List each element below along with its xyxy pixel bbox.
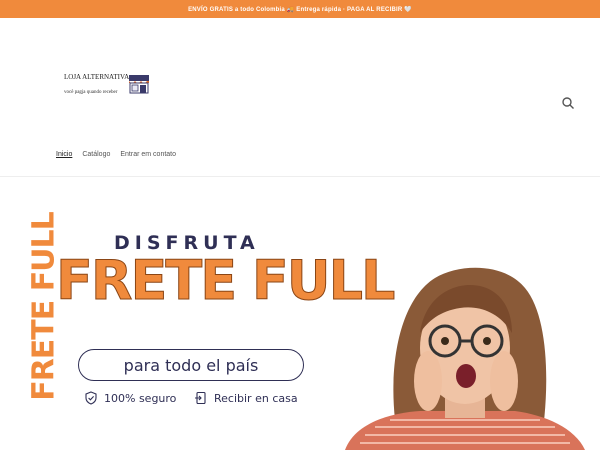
feature-secure-label: 100% seguro xyxy=(104,391,177,405)
nav-item-inicio[interactable]: Inicio xyxy=(56,151,72,158)
store-logo[interactable]: LOJA ALTERNATIVA você pagja quando receb… xyxy=(64,73,154,99)
main-nav: Inicio Catálogo Entrar em contato xyxy=(56,151,176,158)
hero-pill[interactable]: para todo el país xyxy=(78,349,304,381)
feature-secure: 100% seguro xyxy=(84,391,176,405)
surprised-woman-image xyxy=(345,267,585,450)
feature-home-delivery-label: Recibir en casa xyxy=(214,391,298,405)
logo-tagline: você pagja quando receber xyxy=(64,90,118,95)
store-icon xyxy=(129,75,149,94)
logo-title: LOJA ALTERNATIVA xyxy=(64,73,130,81)
search-icon[interactable] xyxy=(561,96,575,110)
announcement-bar: ENVÍO GRATIS a todo Colombia 🚚 Entrega r… xyxy=(0,0,600,18)
nav-item-contato[interactable]: Entrar em contato xyxy=(120,151,176,158)
announcement-text: ENVÍO GRATIS a todo Colombia 🚚 Entrega r… xyxy=(188,6,412,13)
door-enter-icon xyxy=(195,391,206,405)
shield-check-icon xyxy=(85,391,97,405)
nav-item-catalogo[interactable]: Catálogo xyxy=(82,151,110,158)
feature-home-delivery: Recibir en casa xyxy=(194,391,298,405)
hero-banner[interactable]: FRETE FULL DISFRUTA FRETE FULL para todo… xyxy=(0,177,600,450)
site-header: LOJA ALTERNATIVA você pagja quando receb… xyxy=(0,18,600,148)
